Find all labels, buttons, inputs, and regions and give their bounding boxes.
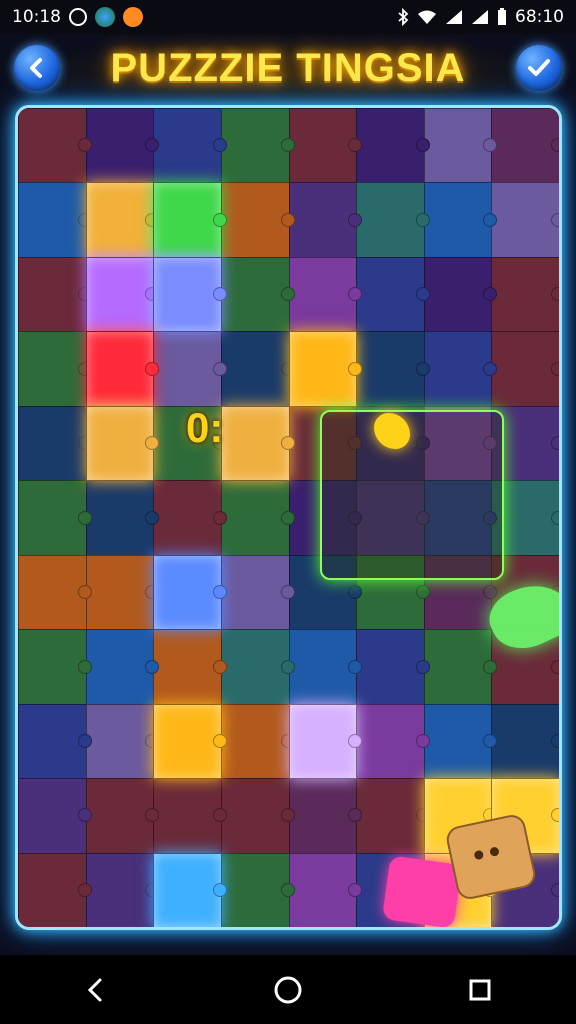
puzzle-piece[interactable] — [85, 405, 159, 482]
puzzle-piece[interactable] — [288, 182, 362, 258]
puzzle-piece[interactable] — [220, 554, 295, 631]
nav-back-icon — [87, 978, 102, 1001]
puzzle-piece[interactable] — [18, 331, 92, 407]
puzzle-piece[interactable] — [220, 256, 295, 333]
puzzle-piece[interactable] — [288, 629, 362, 705]
puzzle-piece[interactable] — [153, 331, 227, 407]
nav-recents-icon — [469, 979, 491, 1000]
puzzle-piece[interactable] — [491, 182, 559, 258]
puzzle-piece[interactable] — [220, 480, 295, 556]
cake-piece[interactable] — [381, 855, 463, 927]
puzzle-piece[interactable] — [423, 703, 497, 780]
puzzle-piece[interactable] — [423, 629, 497, 705]
puzzle-piece[interactable] — [18, 405, 92, 482]
battery-icon — [498, 8, 506, 25]
puzzle-piece[interactable] — [491, 331, 559, 407]
puzzle-piece[interactable] — [85, 256, 159, 333]
status-left: 10:18 — [12, 7, 143, 27]
confirm-button[interactable] — [516, 45, 562, 91]
move-counter: 0: — [186, 404, 224, 451]
signal-icon-2 — [472, 10, 488, 24]
system-nav-bar — [0, 955, 576, 1024]
puzzle-piece[interactable] — [220, 108, 295, 184]
signal-icon — [446, 10, 462, 24]
puzzle-piece[interactable] — [18, 554, 92, 631]
puzzle-piece[interactable] — [153, 852, 227, 927]
orange-app-icon — [123, 7, 143, 27]
nav-recents-button[interactable] — [460, 970, 500, 1010]
puzzle-piece[interactable] — [356, 703, 430, 780]
status-right: 68:10 — [397, 7, 564, 27]
puzzle-piece[interactable] — [220, 405, 295, 482]
puzzle-piece[interactable] — [288, 108, 362, 184]
puzzle-piece[interactable] — [288, 778, 362, 854]
puzzle-piece[interactable] — [153, 629, 227, 705]
puzzle-piece[interactable] — [85, 480, 159, 556]
puzzle-piece[interactable] — [356, 182, 430, 258]
game-title: PUZZZIE TINGSIA — [110, 46, 466, 90]
puzzle-piece[interactable] — [153, 256, 227, 333]
puzzle-piece[interactable] — [288, 703, 362, 780]
puzzle-piece[interactable] — [18, 108, 92, 184]
nav-back-button[interactable] — [76, 970, 116, 1010]
puzzle-piece[interactable] — [220, 703, 295, 780]
puzzle-piece[interactable] — [220, 331, 295, 407]
status-time: 10:18 — [12, 7, 61, 27]
puzzle-piece[interactable] — [85, 182, 159, 258]
back-button[interactable] — [14, 45, 60, 91]
puzzle-piece[interactable] — [356, 629, 430, 705]
puzzle-piece[interactable] — [423, 331, 497, 407]
selection-highlight[interactable] — [320, 410, 504, 580]
wifi-icon — [418, 10, 436, 24]
puzzle-piece[interactable] — [423, 108, 497, 184]
game-header: PUZZZIE TINGSIA — [0, 34, 576, 104]
checkmark-icon — [528, 59, 550, 76]
puzzle-piece[interactable] — [356, 331, 430, 407]
puzzle-piece[interactable] — [423, 256, 497, 333]
puzzle-piece[interactable] — [491, 108, 559, 184]
puzzle-piece[interactable] — [153, 108, 227, 184]
bluetooth-icon — [398, 8, 409, 26]
puzzle-piece[interactable] — [18, 480, 92, 556]
puzzle-piece[interactable] — [356, 256, 430, 333]
puzzle-piece[interactable] — [153, 182, 227, 258]
puzzle-piece[interactable] — [220, 778, 295, 854]
puzzle-piece[interactable] — [491, 703, 559, 780]
nav-home-button[interactable] — [268, 970, 308, 1010]
nav-home-icon — [274, 976, 302, 1003]
puzzle-piece[interactable] — [153, 778, 227, 854]
puzzle-piece[interactable] — [356, 108, 430, 184]
puzzle-piece[interactable] — [85, 703, 159, 780]
globe-icon — [95, 7, 115, 27]
puzzle-board[interactable]: 0: — [15, 105, 562, 930]
puzzle-piece[interactable] — [288, 331, 362, 407]
puzzle-piece[interactable] — [220, 182, 295, 258]
status-clock: 68:10 — [515, 7, 564, 27]
status-bar: 10:18 68:10 — [0, 0, 576, 34]
puzzle-piece[interactable] — [18, 852, 92, 927]
puzzle-piece[interactable] — [85, 331, 159, 407]
puzzle-piece[interactable] — [85, 629, 159, 705]
puzzle-piece[interactable] — [18, 182, 92, 258]
puzzle-piece[interactable] — [153, 480, 227, 556]
back-arrow-icon — [30, 58, 42, 78]
puzzle-piece[interactable] — [491, 256, 559, 333]
puzzle-piece[interactable] — [18, 703, 92, 780]
puzzle-piece[interactable] — [220, 852, 295, 927]
puzzle-piece[interactable] — [220, 629, 295, 705]
puzzle-piece[interactable] — [85, 108, 159, 184]
whatsapp-icon — [69, 8, 87, 26]
puzzle-piece[interactable] — [18, 778, 92, 854]
puzzle-piece[interactable] — [153, 703, 227, 780]
puzzle-piece[interactable] — [288, 256, 362, 333]
puzzle-piece[interactable] — [423, 182, 497, 258]
puzzle-piece[interactable] — [18, 256, 92, 333]
puzzle-piece[interactable] — [85, 554, 159, 631]
puzzle-piece[interactable] — [356, 778, 430, 854]
puzzle-piece[interactable] — [153, 554, 227, 631]
puzzle-piece[interactable] — [85, 852, 159, 927]
puzzle-piece[interactable] — [85, 778, 159, 854]
puzzle-piece[interactable] — [18, 629, 92, 705]
puzzle-piece[interactable] — [288, 852, 362, 927]
